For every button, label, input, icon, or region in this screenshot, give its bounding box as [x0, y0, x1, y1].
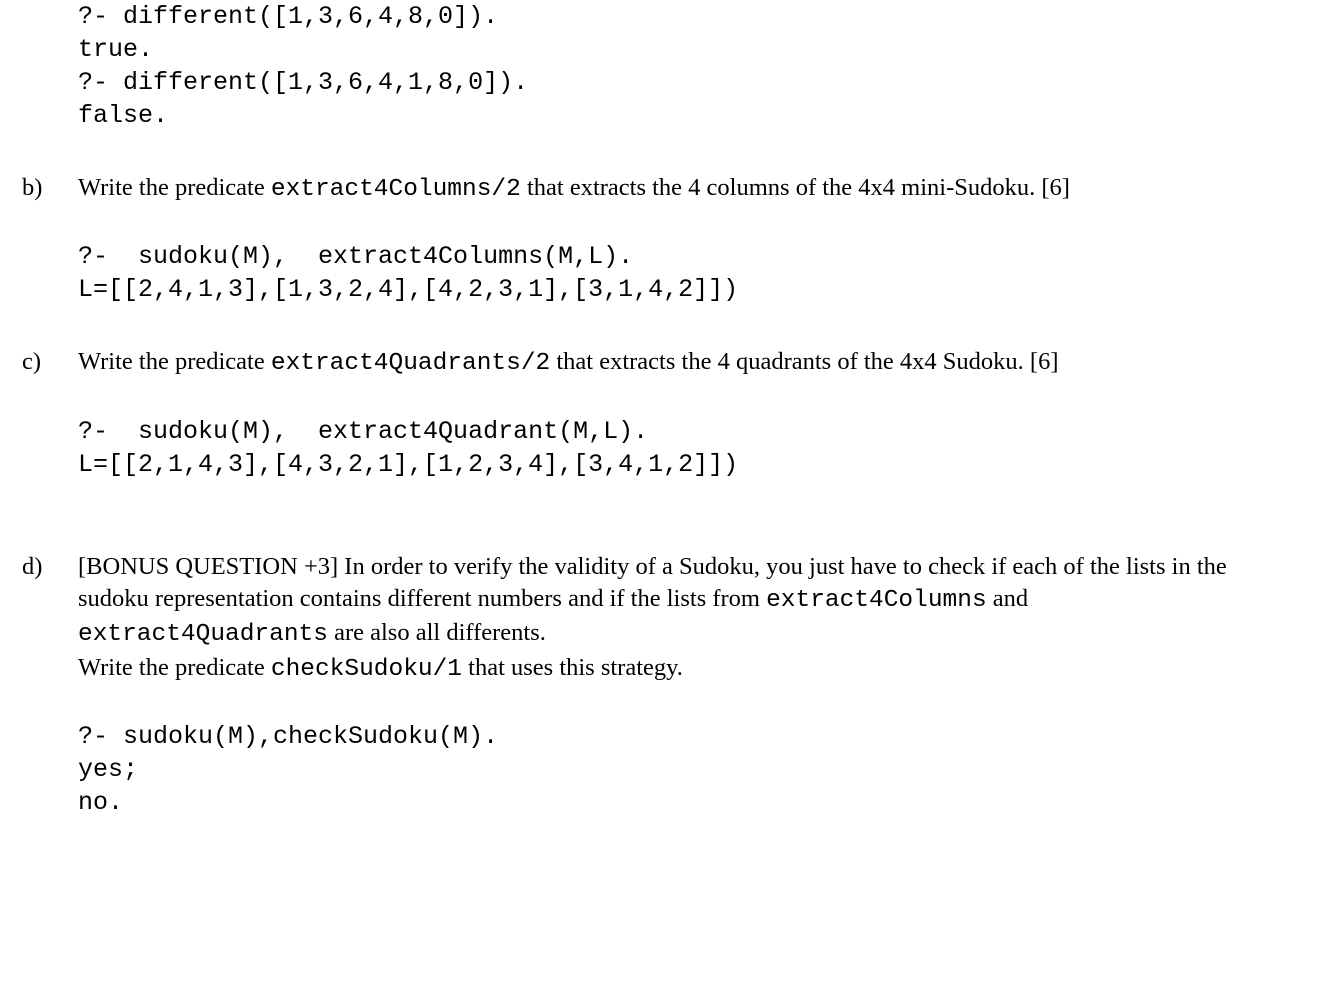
code-extract4quadrants: extract4Quadrants/2: [271, 350, 550, 377]
code-checksudoku: checkSudoku/1: [271, 656, 462, 683]
question-d-line2-pre: Write the predicate: [78, 654, 271, 681]
question-d-mid1: and: [987, 585, 1029, 612]
code-extract4quadrants-2: extract4Quadrants: [78, 621, 328, 648]
question-d-text: [BONUS QUESTION +3] In order to verify t…: [78, 551, 1273, 686]
intro-code-block: ?- different([1,3,6,4,8,0]). true. ?- di…: [78, 0, 1273, 132]
question-b-example: ?- sudoku(M), extract4Columns(M,L). L=[[…: [78, 240, 1273, 306]
question-b-pre: Write the predicate: [78, 174, 271, 201]
question-c-mid: that extracts the 4 quadrants of the 4x4…: [550, 348, 1058, 375]
question-b-mid: that extracts the 4 columns of the 4x4 m…: [521, 174, 1070, 201]
question-c-label: c): [22, 346, 78, 380]
question-b-text: Write the predicate extract4Columns/2 th…: [78, 172, 1273, 206]
question-d-label: d): [22, 551, 78, 686]
question-d-line2-post: that uses this strategy.: [462, 654, 683, 681]
question-d-line1-pre: [BONUS QUESTION +3] In order to verify t…: [78, 553, 1227, 612]
code-extract4columns: extract4Columns/2: [271, 176, 521, 203]
question-d-mid2: are also all differents.: [328, 619, 546, 646]
question-b-label: b): [22, 172, 78, 206]
question-c-example: ?- sudoku(M), extract4Quadrant(M,L). L=[…: [78, 415, 1273, 481]
question-d-example: ?- sudoku(M),checkSudoku(M). yes; no.: [78, 720, 1273, 819]
code-extract4columns-2: extract4Columns: [766, 587, 987, 614]
question-c-pre: Write the predicate: [78, 348, 271, 375]
question-d: d) [BONUS QUESTION +3] In order to verif…: [22, 551, 1273, 686]
question-c: c) Write the predicate extract4Quadrants…: [22, 346, 1273, 380]
question-c-text: Write the predicate extract4Quadrants/2 …: [78, 346, 1273, 380]
question-b: b) Write the predicate extract4Columns/2…: [22, 172, 1273, 206]
